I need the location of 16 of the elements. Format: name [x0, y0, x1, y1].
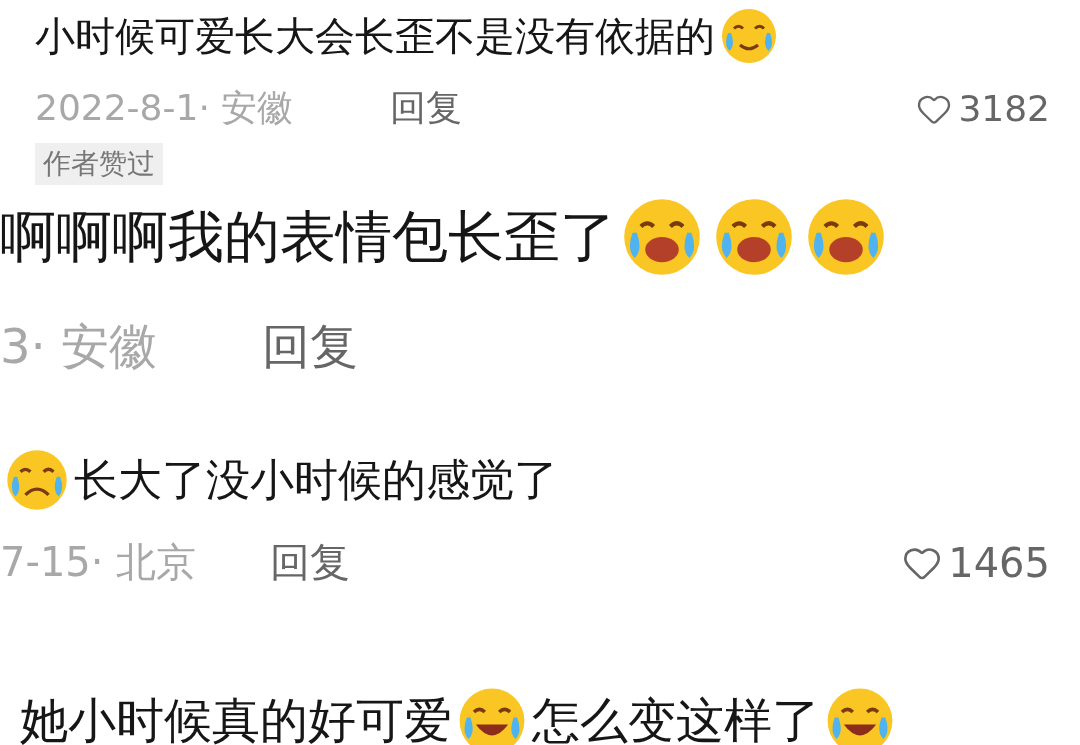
- emoji-icon: [4, 447, 70, 513]
- reply-link[interactable]: 回复: [270, 535, 350, 590]
- comment-date: 3· 安徽: [0, 317, 159, 376]
- like-count: 1465: [948, 539, 1050, 586]
- comment-text: 长大了没小时候的感觉了: [74, 453, 558, 507]
- comment-text: 怎么变这样了: [532, 692, 820, 745]
- like-count: 3182: [958, 88, 1050, 129]
- comment-date: 7-15· 北京: [0, 538, 198, 587]
- comment-text: 啊啊啊我的表情包长歪了: [0, 203, 616, 271]
- comment-text: 她小时候真的好可爱: [20, 692, 452, 745]
- reply-link[interactable]: 回复: [390, 84, 462, 133]
- comment-date: 2022-8-1· 安徽: [35, 86, 295, 130]
- emoji-icon: [719, 6, 779, 66]
- reply-link[interactable]: 回复: [262, 315, 358, 379]
- comment-text: 小时候可爱长大会长歪不是没有依据的: [35, 12, 715, 60]
- author-liked-badge: 作者赞过: [35, 143, 163, 185]
